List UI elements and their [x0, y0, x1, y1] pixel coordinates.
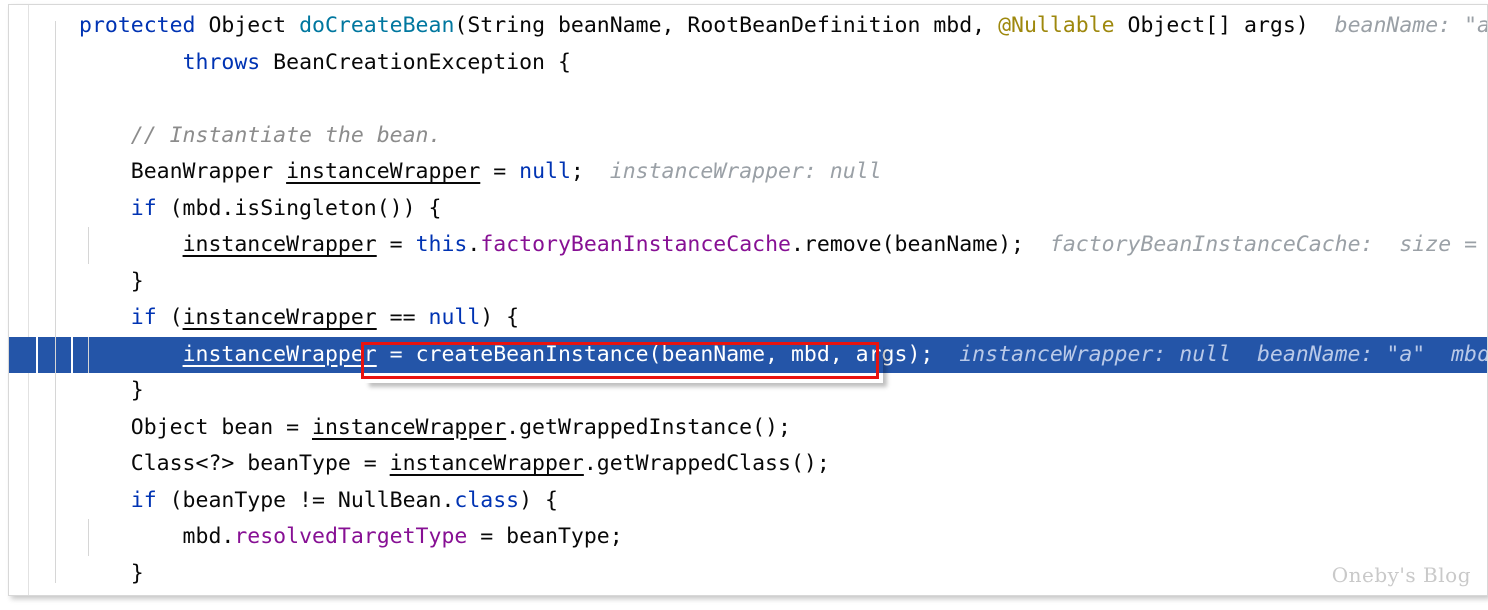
code-line-text: instanceWrapper = this.factoryBeanInstan…: [79, 227, 1488, 264]
code-token: (beanType != NullBean.: [156, 487, 455, 513]
selection-gutter-gap: [71, 336, 73, 373]
code-token: =: [480, 159, 520, 184]
code-field-name: resolvedTargetType: [234, 524, 468, 549]
code-line-text: if (mbd.isSingleton()) {: [79, 191, 442, 228]
code-token: (: [156, 305, 183, 330]
code-comment: // Instantiate the bean.: [130, 122, 442, 148]
code-editor-panel[interactable]: protected Object doCreateBean(String bea…: [8, 4, 1488, 596]
code-line[interactable]: mbd.resolvedTargetType = beanType;: [9, 519, 1487, 556]
code-line-text: }: [79, 556, 144, 593]
code-token: ;: [570, 159, 584, 184]
code-token: .getWrappedInstance();: [506, 414, 791, 440]
selection-gutter-gap: [36, 336, 38, 373]
indent-guide: [88, 519, 89, 556]
code-variable-highlighted: instanceWrapper: [182, 232, 377, 257]
code-line[interactable]: Object bean = instanceWrapper.getWrapped…: [9, 410, 1487, 447]
code-token: mbd.: [79, 524, 235, 549]
code-line[interactable]: }: [9, 373, 1487, 410]
code-keyword: if: [130, 305, 157, 330]
code-variable-highlighted: instanceWrapper: [312, 414, 507, 440]
code-line[interactable]: if (instanceWrapper == null) {: [9, 300, 1487, 337]
code-token: ) {: [519, 487, 558, 513]
code-keyword: this: [415, 232, 468, 257]
code-token: .: [467, 232, 481, 257]
code-line[interactable]: }: [9, 556, 1487, 593]
code-line[interactable]: if (beanType != NullBean.class) {: [9, 483, 1487, 520]
code-token: ==: [376, 305, 429, 330]
code-token: =: [376, 232, 416, 257]
code-line[interactable]: protected Object doCreateBean(String bea…: [9, 8, 1488, 45]
code-line[interactable]: throws BeanCreationException {: [9, 45, 1487, 82]
code-line[interactable]: // Instantiate the bean.: [9, 118, 1487, 155]
code-token: Object bean =: [79, 414, 312, 440]
code-line-text: }: [79, 264, 144, 301]
code-keyword: throws: [182, 49, 261, 75]
code-annotation: @Nullable: [998, 13, 1115, 38]
code-token: }: [79, 268, 144, 294]
code-line[interactable]: instanceWrapper = this.factoryBeanInstan…: [9, 227, 1488, 264]
code-line-text: throws BeanCreationException {: [79, 45, 571, 82]
code-token: Object: [195, 13, 300, 38]
code-line-text: instanceWrapper = createBeanInstance(bea…: [79, 337, 1488, 374]
code-token: = beanType;: [467, 524, 623, 549]
inline-debug-hint: instanceWrapper: null: [583, 159, 882, 184]
indent-guide: [88, 336, 89, 373]
code-field-name: factoryBeanInstanceCache: [480, 232, 791, 257]
code-line[interactable]: }: [9, 264, 1487, 301]
inline-debug-hint: beanName: "a": [1308, 13, 1488, 38]
code-keyword: if: [130, 195, 157, 221]
code-lines-container[interactable]: protected Object doCreateBean(String bea…: [9, 5, 1488, 595]
code-token: Object[] args): [1114, 13, 1309, 38]
code-token: (mbd.isSingleton()) {: [156, 195, 442, 221]
code-keyword: null: [519, 159, 571, 184]
code-line[interactable]: [9, 81, 1487, 118]
code-line-text: protected Object doCreateBean(String bea…: [79, 8, 1488, 45]
inline-debug-hint: instanceWrapper: null beanName: "a" mbd:…: [933, 341, 1488, 367]
code-line-text: if (beanType != NullBean.class) {: [79, 483, 558, 520]
code-keyword: protected: [79, 13, 196, 38]
code-line-text: Object bean = instanceWrapper.getWrapped…: [79, 410, 791, 447]
code-line-current[interactable]: instanceWrapper = createBeanInstance(bea…: [9, 336, 1488, 374]
code-variable-highlighted: instanceWrapper: [182, 305, 377, 330]
code-line[interactable]: BeanWrapper instanceWrapper = null; inst…: [9, 154, 1487, 191]
code-token: = createBeanInstance(beanName, mbd, args…: [376, 341, 934, 367]
code-method-name: doCreateBean: [299, 13, 455, 38]
code-line-text: if (instanceWrapper == null) {: [79, 300, 519, 337]
code-keyword: if: [130, 487, 157, 513]
code-token: Class<?> beanType =: [79, 451, 390, 476]
code-line-text: Class<?> beanType = instanceWrapper.getW…: [79, 446, 830, 483]
code-keyword: null: [428, 305, 481, 330]
code-line-text: // Instantiate the bean.: [79, 118, 442, 155]
code-token: (String beanName, RootBeanDefinition mbd…: [454, 13, 999, 38]
code-line-text: mbd.resolvedTargetType = beanType;: [79, 519, 623, 556]
code-token: }: [79, 378, 144, 403]
code-token: }: [79, 560, 144, 586]
code-token: BeanCreationException {: [260, 49, 571, 75]
code-line-text: BeanWrapper instanceWrapper = null; inst…: [79, 154, 882, 191]
code-variable-highlighted: instanceWrapper: [286, 159, 481, 184]
code-line[interactable]: Class<?> beanType = instanceWrapper.getW…: [9, 446, 1487, 483]
code-token: .remove(beanName);: [790, 232, 1024, 257]
indent-guide: [55, 20, 56, 583]
code-variable-highlighted: instanceWrapper: [389, 451, 584, 476]
code-variable-highlighted: instanceWrapper: [182, 341, 377, 367]
code-token: ) {: [480, 305, 520, 330]
screenshot-root: protected Object doCreateBean(String bea…: [0, 0, 1488, 610]
inline-debug-hint: factoryBeanInstanceCache: size = 0: [1023, 232, 1488, 257]
code-token: .getWrappedClass();: [583, 451, 830, 476]
code-line[interactable]: if (mbd.isSingleton()) {: [9, 191, 1487, 228]
watermark-label: Oneby's Blog: [1331, 563, 1471, 587]
code-token: BeanWrapper: [79, 159, 287, 184]
indent-guide: [88, 227, 89, 264]
code-line-text: }: [79, 373, 144, 410]
code-keyword: class: [454, 487, 520, 513]
